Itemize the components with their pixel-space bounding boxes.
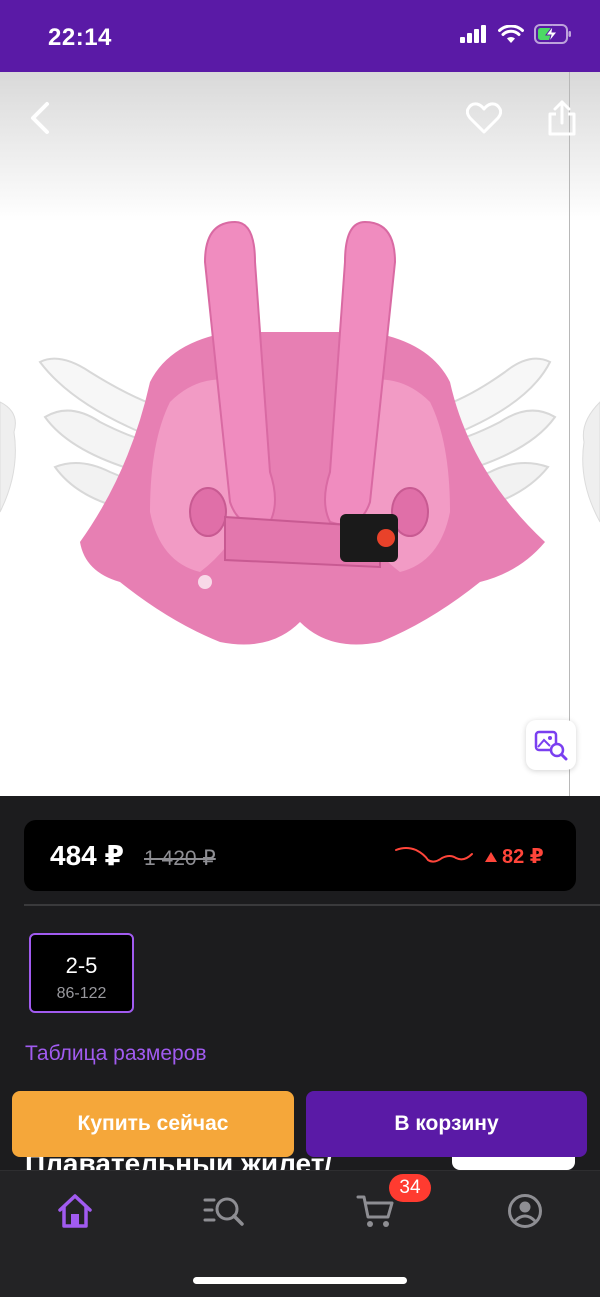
- arrow-up-icon: [485, 851, 497, 862]
- size-table-link[interactable]: Таблица размеров: [25, 1042, 207, 1066]
- share-icon: [548, 100, 576, 136]
- price-current: 484 ₽: [50, 840, 124, 871]
- size-label: 2-5: [65, 953, 98, 978]
- product-gallery[interactable]: [0, 72, 600, 796]
- home-indicator: [193, 1277, 407, 1284]
- share-button[interactable]: [540, 94, 584, 142]
- price-card[interactable]: 484 ₽ 1 420 ₽ 82 ₽: [24, 820, 576, 891]
- cart-icon: [356, 1195, 394, 1227]
- wifi-icon: [498, 24, 524, 43]
- back-button[interactable]: [20, 96, 60, 140]
- profile-icon: [508, 1194, 542, 1228]
- add-to-cart-button[interactable]: В корзину: [306, 1091, 587, 1157]
- favorite-button[interactable]: [462, 96, 506, 140]
- visual-search-icon: [534, 730, 568, 761]
- tab-profile[interactable]: [495, 1189, 555, 1233]
- cart-count-badge: 34: [389, 1174, 431, 1202]
- heart-icon: [466, 102, 502, 134]
- section-divider: [24, 904, 600, 906]
- back-icon: [31, 102, 49, 134]
- price-change: 82 ₽: [484, 844, 544, 869]
- price-trend-icon: [395, 847, 473, 863]
- price-change-value: 82 ₽: [502, 846, 544, 868]
- size-option-selected[interactable]: 2-5 86-122: [29, 933, 134, 1013]
- status-bar: 22:14: [0, 0, 600, 72]
- size-range: 86-122: [56, 985, 107, 1002]
- cellular-signal-icon: [460, 25, 486, 43]
- tab-home[interactable]: [45, 1189, 105, 1233]
- status-time: 22:14: [48, 24, 112, 51]
- battery-charging-icon: [534, 24, 571, 44]
- product-image[interactable]: [0, 182, 600, 682]
- gallery-slide-divider: [569, 72, 570, 796]
- price-old: 1 420 ₽: [144, 847, 216, 870]
- tab-catalog[interactable]: [194, 1189, 254, 1233]
- visual-search-button[interactable]: [526, 720, 576, 770]
- catalog-search-icon: [203, 1197, 244, 1226]
- home-icon: [58, 1194, 92, 1228]
- buy-now-button[interactable]: Купить сейчас: [12, 1091, 294, 1157]
- status-icons: [460, 24, 572, 44]
